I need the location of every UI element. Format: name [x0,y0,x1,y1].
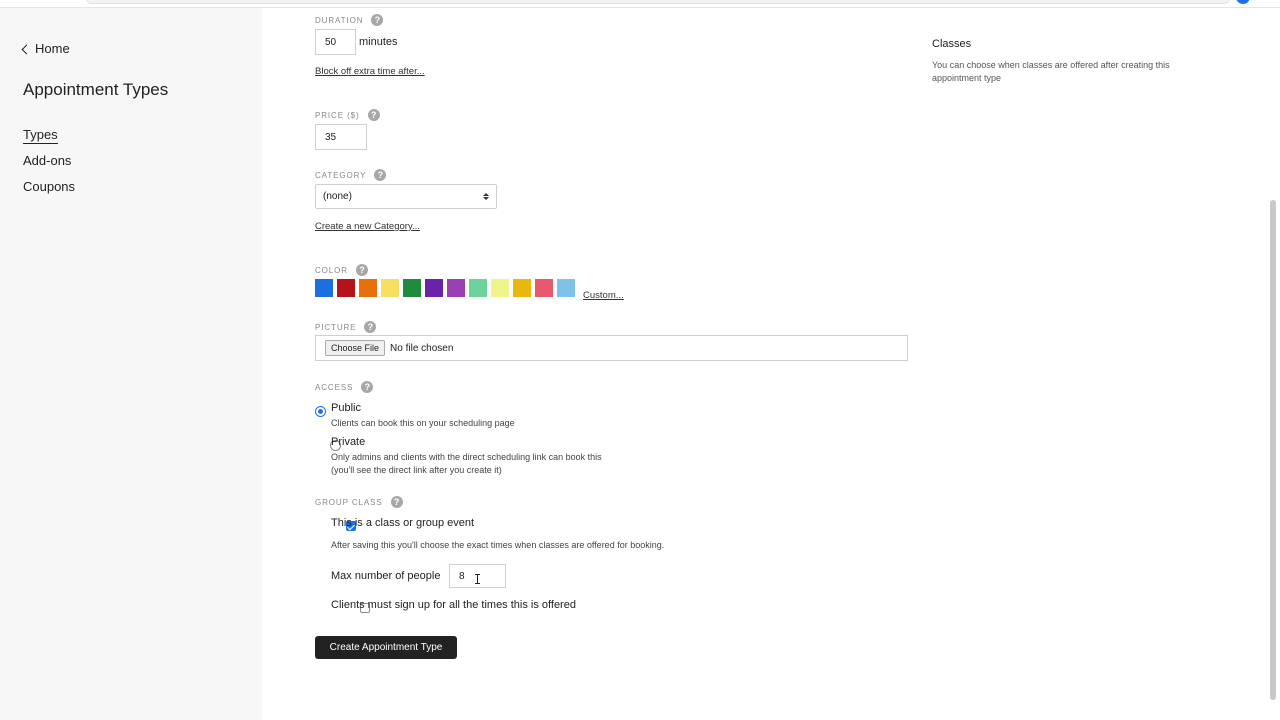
picture-label: PICTURE ? [315,321,377,333]
help-icon[interactable]: ? [390,496,403,508]
page-scrollbar[interactable] [1270,200,1276,700]
category-label: CATEGORY ? [315,169,387,181]
chevron-left-icon [21,44,32,54]
duration-label: DURATION ? [315,14,384,26]
create-category-link[interactable]: Create a new Category... [315,221,420,232]
group-class-note: After saving this you'll choose the exac… [331,540,665,550]
home-link[interactable]: Home [21,41,70,56]
sidebar-title: Appointment Types [23,80,169,99]
color-swatch-4[interactable] [381,279,399,297]
signup-all-label[interactable]: Clients must sign up for all the times t… [331,599,576,611]
color-swatch-5[interactable] [403,279,421,297]
private-option-label[interactable]: Private [331,436,365,448]
home-link-label: Home [35,41,70,56]
help-icon[interactable]: ? [361,381,374,393]
sidebar-nav: Types Add-ons Coupons [23,127,75,206]
text-cursor-icon [475,574,480,584]
color-swatch-6[interactable] [425,279,443,297]
duration-input[interactable]: 50 [315,29,356,55]
color-swatch-9[interactable] [491,279,509,297]
create-appointment-type-button[interactable]: Create Appointment Type [315,636,457,659]
access-label: ACCESS ? [315,381,374,393]
group-class-checkbox-label[interactable]: This is a class or group event [331,517,474,529]
group-class-label: GROUP CLASS ? [315,496,403,508]
public-radio[interactable] [315,406,326,417]
color-swatch-7[interactable] [447,279,465,297]
help-icon[interactable]: ? [364,321,377,333]
info-panel-title: Classes [932,38,972,50]
price-input[interactable]: 35 [315,124,367,150]
block-off-time-link[interactable]: Block off extra time after... [315,66,425,77]
help-icon[interactable]: ? [355,264,368,276]
help-icon[interactable]: ? [371,14,384,26]
info-panel-text: You can choose when classes are offered … [932,60,1170,83]
public-option-desc: Clients can book this on your scheduling… [331,418,515,428]
file-status: No file chosen [390,342,454,354]
sidebar-item-add-ons[interactable]: Add-ons [23,154,75,180]
select-arrows-icon [483,193,489,200]
color-label: COLOR ? [315,264,368,276]
picture-file-input: Choose File No file chosen [315,335,908,361]
color-swatch-3[interactable] [359,279,377,297]
color-swatch-8[interactable] [469,279,487,297]
sidebar-item-coupons[interactable]: Coupons [23,180,75,206]
public-option-label[interactable]: Public [331,402,361,414]
address-bar[interactable] [86,0,1230,4]
color-swatch-1[interactable] [315,279,333,297]
browser-top-strip [0,0,1280,8]
color-swatch-10[interactable] [513,279,531,297]
price-label: PRICE ($) ? [315,109,380,121]
appointment-form: DURATION ? 50 minutes Block off extra ti… [315,8,915,659]
duration-unit: minutes [359,36,398,48]
private-option-desc: Only admins and clients with the direct … [331,452,602,462]
choose-file-button[interactable]: Choose File [325,340,386,356]
custom-color-link[interactable]: Custom... [583,290,624,301]
color-swatch-2[interactable] [337,279,355,297]
help-icon[interactable]: ? [374,169,387,181]
color-swatches [315,279,575,297]
max-people-label: Max number of people [331,570,441,582]
color-swatch-12[interactable] [557,279,575,297]
help-icon[interactable]: ? [367,109,380,121]
color-swatch-11[interactable] [535,279,553,297]
sidebar-item-types[interactable]: Types [23,127,75,154]
sidebar: Home Appointment Types Types Add-ons Cou… [0,8,262,720]
profile-icon[interactable] [1236,0,1250,4]
category-select[interactable]: (none) [315,184,497,209]
private-option-note: (you'll see the direct link after you cr… [331,465,502,475]
